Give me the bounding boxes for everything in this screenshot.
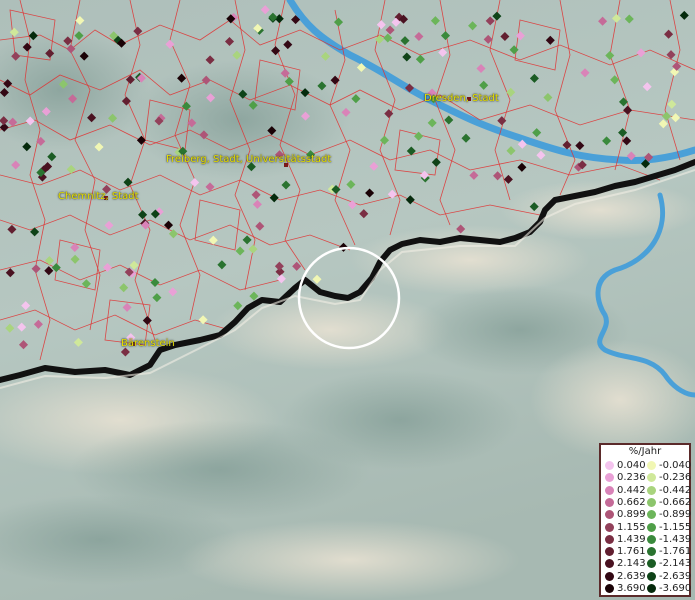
legend-swatch-positive	[605, 559, 614, 569]
legend-swatch-negative	[647, 547, 656, 557]
city-label-freiberg: Freiberg, Stadt, Universitätsstadt	[166, 154, 332, 165]
legend-value-negative: -0.662	[659, 496, 692, 508]
legend-swatch-negative	[647, 461, 656, 470]
legend-swatch-positive	[605, 510, 614, 520]
legend-swatch-negative	[647, 534, 656, 544]
legend-row: 2.639 -2.639	[603, 571, 691, 583]
legend-swatch-negative	[647, 559, 656, 569]
legend-swatch-positive	[605, 461, 614, 470]
legend-value-positive: 0.899	[617, 509, 646, 521]
legend-value-negative: -2.639	[659, 570, 692, 582]
legend-row: 1.155 -1.155	[603, 522, 691, 534]
legend-value-negative: -1.439	[659, 533, 692, 545]
legend-row: 0.899 -0.899	[603, 509, 691, 521]
legend: %/Jahr 0.040 -0.040 0.236 -0.236 0.442 -0.442…	[599, 443, 691, 597]
legend-value-negative: -3.690	[659, 583, 692, 594]
legend-value-negative: -1.761	[659, 546, 692, 558]
legend-value-positive: 1.155	[617, 521, 646, 533]
legend-row: 0.662 -0.662	[603, 497, 691, 509]
legend-swatch-negative	[647, 571, 656, 581]
legend-value-positive: 3.690	[617, 583, 646, 594]
legend-swatch-positive	[605, 473, 614, 483]
legend-swatch-negative	[647, 473, 656, 483]
legend-row: 0.442 -0.442	[603, 485, 691, 497]
legend-value-positive: 1.439	[617, 533, 646, 545]
legend-value-negative: -0.236	[659, 472, 692, 484]
legend-value-negative: -2.143	[659, 558, 692, 570]
legend-value-positive: 2.639	[617, 570, 646, 582]
legend-row: 2.143 -2.143	[603, 558, 691, 570]
city-label-dresden: Dresden, Stadt	[424, 93, 499, 104]
city-label-chemnitz: Chemnitz, Stadt	[58, 191, 139, 202]
legend-title: %/Jahr	[628, 446, 662, 457]
legend-value-positive: 0.040	[617, 460, 646, 471]
legend-row: 3.690 -3.690	[603, 583, 691, 595]
city-label-baerenstein: Bärenstein	[121, 338, 175, 349]
legend-swatch-positive	[605, 584, 614, 593]
legend-value-positive: 0.662	[617, 496, 646, 508]
legend-swatch-positive	[605, 534, 614, 544]
legend-swatch-negative	[647, 485, 656, 495]
legend-swatch-positive	[605, 522, 614, 532]
legend-row: 0.040 -0.040	[603, 460, 691, 472]
legend-value-negative: -0.442	[659, 484, 692, 496]
legend-value-positive: 2.143	[617, 558, 646, 570]
legend-value-positive: 0.442	[617, 484, 646, 496]
legend-row: 1.439 -1.439	[603, 534, 691, 546]
legend-value-positive: 1.761	[617, 546, 646, 558]
legend-swatch-positive	[605, 571, 614, 581]
legend-swatch-positive	[605, 547, 614, 557]
legend-row: 1.761 -1.761	[603, 546, 691, 558]
legend-swatch-negative	[647, 522, 656, 532]
map-canvas[interactable]	[0, 0, 695, 600]
legend-value-negative: -0.040	[659, 460, 692, 471]
legend-value-negative: -0.899	[659, 509, 692, 521]
legend-value-positive: 0.236	[617, 472, 646, 484]
legend-swatch-negative	[647, 497, 656, 507]
legend-swatch-positive	[605, 497, 614, 507]
legend-value-negative: -1.155	[659, 521, 692, 533]
legend-swatch-negative	[647, 584, 656, 593]
legend-row: 0.236 -0.236	[603, 472, 691, 484]
legend-swatch-negative	[647, 510, 656, 520]
legend-swatch-positive	[605, 485, 614, 495]
